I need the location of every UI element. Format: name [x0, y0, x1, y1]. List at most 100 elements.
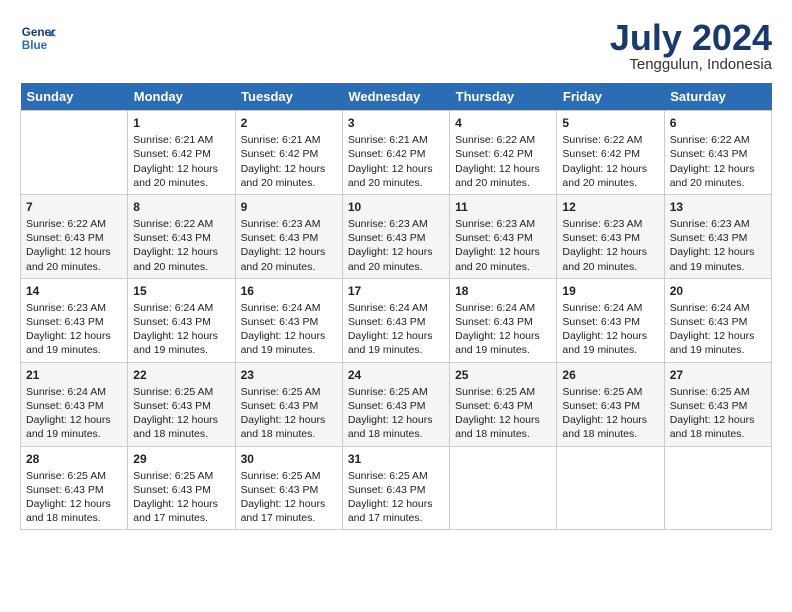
- day-info-line: and 20 minutes.: [133, 176, 229, 190]
- day-info-line: Daylight: 12 hours: [26, 413, 122, 427]
- day-info-line: and 19 minutes.: [133, 343, 229, 357]
- calendar-day-cell: 1Sunrise: 6:21 AMSunset: 6:42 PMDaylight…: [128, 111, 235, 195]
- calendar-day-cell: [557, 446, 664, 530]
- day-info-line: Sunset: 6:43 PM: [241, 315, 337, 329]
- day-number: 28: [26, 451, 122, 467]
- title-block: July 2024 Tenggulun, Indonesia: [610, 20, 772, 73]
- day-info-line: and 17 minutes.: [133, 511, 229, 525]
- day-number: 31: [348, 451, 444, 467]
- day-info-line: Sunset: 6:43 PM: [455, 315, 551, 329]
- day-info-line: and 18 minutes.: [562, 427, 658, 441]
- day-info-line: Sunset: 6:43 PM: [670, 399, 766, 413]
- calendar-week-row: 28Sunrise: 6:25 AMSunset: 6:43 PMDayligh…: [21, 446, 772, 530]
- logo: General Blue: [20, 20, 56, 56]
- day-info-line: Sunset: 6:43 PM: [562, 231, 658, 245]
- day-info-line: Sunrise: 6:24 AM: [562, 301, 658, 315]
- day-info-line: and 19 minutes.: [455, 343, 551, 357]
- day-info-line: Daylight: 12 hours: [670, 413, 766, 427]
- calendar-day-cell: 15Sunrise: 6:24 AMSunset: 6:43 PMDayligh…: [128, 278, 235, 362]
- calendar-day-cell: 11Sunrise: 6:23 AMSunset: 6:43 PMDayligh…: [450, 194, 557, 278]
- day-number: 3: [348, 115, 444, 131]
- day-number: 11: [455, 199, 551, 215]
- day-of-week-header: Saturday: [664, 83, 771, 111]
- day-info-line: Sunset: 6:43 PM: [26, 483, 122, 497]
- day-info-line: Daylight: 12 hours: [348, 329, 444, 343]
- calendar-week-row: 7Sunrise: 6:22 AMSunset: 6:43 PMDaylight…: [21, 194, 772, 278]
- day-info-line: Daylight: 12 hours: [241, 162, 337, 176]
- svg-text:Blue: Blue: [22, 39, 48, 52]
- day-number: 1: [133, 115, 229, 131]
- calendar-day-cell: 13Sunrise: 6:23 AMSunset: 6:43 PMDayligh…: [664, 194, 771, 278]
- calendar-day-cell: 4Sunrise: 6:22 AMSunset: 6:42 PMDaylight…: [450, 111, 557, 195]
- day-of-week-header: Monday: [128, 83, 235, 111]
- day-info-line: and 20 minutes.: [455, 176, 551, 190]
- day-info-line: Sunrise: 6:21 AM: [241, 133, 337, 147]
- calendar-body: 1 Sunrise: 6:21 AM Sunset: 6:42 PM Daylight…: [21, 111, 772, 530]
- calendar-day-cell: 25Sunrise: 6:25 AMSunset: 6:43 PMDayligh…: [450, 362, 557, 446]
- day-number: 6: [670, 115, 766, 131]
- calendar-day-cell: 14Sunrise: 6:23 AMSunset: 6:43 PMDayligh…: [21, 278, 128, 362]
- day-info-line: Sunrise: 6:21 AM: [133, 133, 229, 147]
- day-info-line: and 19 minutes.: [670, 260, 766, 274]
- day-of-week-header: Tuesday: [235, 83, 342, 111]
- day-info-line: Sunset: 6:43 PM: [133, 399, 229, 413]
- day-info-line: Sunrise: 6:23 AM: [670, 217, 766, 231]
- day-info-line: and 19 minutes.: [26, 427, 122, 441]
- day-number: 23: [241, 367, 337, 383]
- day-info-line: Sunrise: 6:24 AM: [455, 301, 551, 315]
- day-info-line: Daylight: 12 hours: [348, 245, 444, 259]
- calendar-week-row: 21Sunrise: 6:24 AMSunset: 6:43 PMDayligh…: [21, 362, 772, 446]
- day-info-line: Daylight: 12 hours: [670, 162, 766, 176]
- day-info-line: Sunrise: 6:23 AM: [455, 217, 551, 231]
- page-header: General Blue July 2024 Tenggulun, Indone…: [20, 20, 772, 73]
- day-info-line: and 20 minutes.: [133, 260, 229, 274]
- calendar-header-row: SundayMondayTuesdayWednesdayThursdayFrid…: [21, 83, 772, 111]
- day-info-line: Daylight: 12 hours: [241, 497, 337, 511]
- day-info-line: Daylight: 12 hours: [26, 329, 122, 343]
- day-info-line: Sunset: 6:43 PM: [26, 399, 122, 413]
- day-info-line: Sunset: 6:43 PM: [348, 483, 444, 497]
- day-number: 21: [26, 367, 122, 383]
- day-info-line: Sunrise: 6:25 AM: [348, 385, 444, 399]
- day-number: 8: [133, 199, 229, 215]
- calendar-day-cell: 27Sunrise: 6:25 AMSunset: 6:43 PMDayligh…: [664, 362, 771, 446]
- calendar-day-cell: 7Sunrise: 6:22 AMSunset: 6:43 PMDaylight…: [21, 194, 128, 278]
- day-info-line: and 20 minutes.: [562, 176, 658, 190]
- day-info-line: Sunrise: 6:23 AM: [562, 217, 658, 231]
- day-info-line: and 18 minutes.: [133, 427, 229, 441]
- day-of-week-header: Friday: [557, 83, 664, 111]
- day-info-line: and 19 minutes.: [241, 343, 337, 357]
- day-info-line: Sunrise: 6:23 AM: [241, 217, 337, 231]
- day-number: 15: [133, 283, 229, 299]
- day-info-line: and 18 minutes.: [26, 511, 122, 525]
- day-info-line: Sunrise: 6:24 AM: [348, 301, 444, 315]
- day-of-week-header: Sunday: [21, 83, 128, 111]
- day-info-line: and 20 minutes.: [241, 260, 337, 274]
- day-info-line: Sunrise: 6:24 AM: [26, 385, 122, 399]
- day-info-line: Sunset: 6:43 PM: [670, 147, 766, 161]
- day-info-line: and 20 minutes.: [455, 260, 551, 274]
- day-info-line: Sunrise: 6:24 AM: [241, 301, 337, 315]
- calendar-table: SundayMondayTuesdayWednesdayThursdayFrid…: [20, 83, 772, 530]
- day-info-line: and 17 minutes.: [241, 511, 337, 525]
- calendar-day-cell: 29Sunrise: 6:25 AMSunset: 6:43 PMDayligh…: [128, 446, 235, 530]
- day-info-line: Daylight: 12 hours: [562, 162, 658, 176]
- day-info-line: Daylight: 12 hours: [455, 245, 551, 259]
- day-info-line: Sunset: 6:42 PM: [348, 147, 444, 161]
- day-info-line: Daylight: 12 hours: [455, 413, 551, 427]
- day-info-line: Daylight: 12 hours: [348, 497, 444, 511]
- day-info-line: Daylight: 12 hours: [455, 162, 551, 176]
- day-number: 24: [348, 367, 444, 383]
- calendar-day-cell: [664, 446, 771, 530]
- calendar-day-cell: [21, 111, 128, 195]
- day-info-line: Sunrise: 6:24 AM: [133, 301, 229, 315]
- day-info-line: and 18 minutes.: [348, 427, 444, 441]
- day-number: 26: [562, 367, 658, 383]
- day-info-line: Sunrise: 6:22 AM: [455, 133, 551, 147]
- day-info-line: Sunset: 6:43 PM: [133, 315, 229, 329]
- day-number: 18: [455, 283, 551, 299]
- day-info-line: Daylight: 12 hours: [455, 329, 551, 343]
- calendar-day-cell: 16Sunrise: 6:24 AMSunset: 6:43 PMDayligh…: [235, 278, 342, 362]
- day-info-line: Daylight: 12 hours: [26, 497, 122, 511]
- day-number: 20: [670, 283, 766, 299]
